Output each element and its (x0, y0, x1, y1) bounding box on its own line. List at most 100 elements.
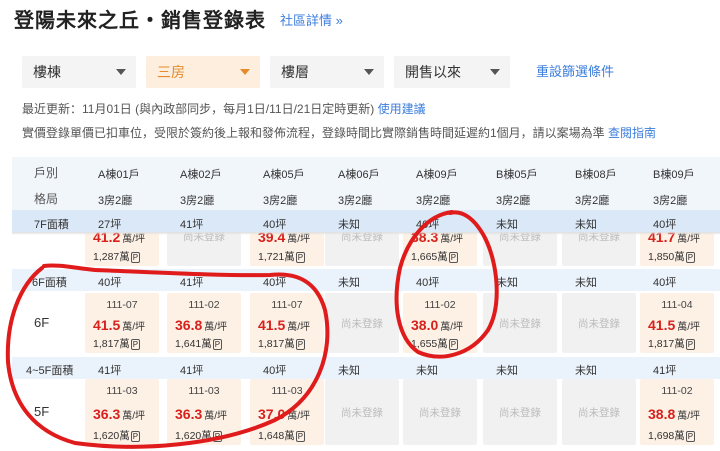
unit-cell[interactable]: 111-03 36.3 萬/坪 1,620萬 P (85, 379, 159, 445)
not-registered-text: 尚未登錄 (341, 318, 383, 330)
parking-badge: P (212, 431, 223, 442)
floor-dropdown-label: 樓層 (281, 64, 309, 80)
unit-cell[interactable]: 111-07 41.5 萬/坪 1,817萬 P (250, 293, 324, 353)
layout-header: 3房2廳 (416, 195, 451, 207)
unit-cell[interactable]: 111-03 37.0 萬/坪 1,648萬 P (250, 379, 324, 445)
price-value: 41.5 (258, 317, 286, 333)
total-value: 1,817萬 (258, 338, 295, 350)
parking-badge: P (448, 339, 459, 350)
price-unit: 萬/坪 (122, 322, 146, 333)
unit-cell: 尚未登錄 (483, 231, 557, 266)
unit-cell[interactable]: 111-03 36.3 萬/坪 1,620萬 P (167, 379, 241, 445)
total-value: 1,721萬 (258, 251, 295, 263)
chevron-down-icon (490, 69, 500, 75)
registration-date: 111-02 (661, 385, 693, 397)
total-price: 1,655萬 P (411, 336, 459, 351)
layout-header: 3房2廳 (575, 195, 610, 207)
layout-dropdown[interactable]: 三房 (146, 56, 260, 88)
unit-cell[interactable]: 111-07 41.5 萬/坪 1,817萬 P (85, 293, 159, 353)
unit-cell[interactable]: 41.2 萬/坪 1,287萬 P (85, 229, 159, 266)
unit-cell[interactable]: 111-02 38.0 萬/坪 1,655萬 P (403, 293, 477, 353)
unit-header: B棟05戶 (496, 169, 538, 181)
page-title: 登陽未來之丘・銷售登錄表 (14, 9, 266, 32)
price-value: 36.3 (175, 406, 203, 422)
unit-cell[interactable]: 111-04 41.5 萬/坪 1,817萬 P (640, 293, 714, 353)
sticky-area-value: 27坪 (98, 219, 122, 231)
area-value: 40坪 (98, 277, 122, 289)
area-value: 未知 (496, 277, 518, 289)
disclaimer-note: 實價登錄單價已扣車位，受限於簽約後上報和發佈流程，登錄時間比實際銷售時間延遲約1… (22, 124, 656, 141)
guide-link[interactable]: 查閱指南 (608, 126, 656, 140)
layout-header: 3房2廳 (180, 195, 215, 207)
total-price: 1,721萬 P (258, 249, 306, 264)
total-value: 1,655萬 (411, 338, 448, 350)
area-value: 41坪 (653, 365, 677, 377)
total-value: 1,850萬 (648, 251, 685, 263)
price-value: 37.0 (258, 406, 286, 422)
parking-badge: P (685, 252, 696, 263)
unit-cell: 尚未登錄 (562, 293, 636, 353)
unit-cell[interactable]: 38.3 萬/坪 1,665萬 P (403, 229, 477, 266)
registration-date: 111-03 (106, 385, 138, 397)
total-price: 1,665萬 P (411, 249, 459, 264)
total-value: 1,620萬 (175, 430, 212, 442)
area-value: 41坪 (180, 277, 204, 289)
floor-label: 6F (34, 315, 50, 330)
not-registered-text: 尚未登錄 (341, 407, 383, 419)
total-value: 1,665萬 (411, 251, 448, 263)
unit-price: 36.8 萬/坪 (175, 317, 227, 335)
sticky-area-value: 40坪 (416, 219, 440, 231)
sale-period-dropdown[interactable]: 開售以來 (394, 56, 510, 88)
total-price: 1,817萬 P (93, 336, 141, 351)
usage-tips-link[interactable]: 使用建議 (378, 102, 426, 116)
total-value: 1,287萬 (93, 251, 130, 263)
sticky-area-label: 7F面積 (34, 219, 69, 231)
unit-header: A棟09戶 (416, 169, 458, 181)
parking-badge: P (448, 252, 459, 263)
reset-filters-link[interactable]: 重設篩選條件 (536, 56, 614, 88)
unit-price: 38.0 萬/坪 (411, 317, 463, 335)
layout-header: 3房2廳 (98, 195, 133, 207)
unit-header: B棟08戶 (575, 169, 617, 181)
floor-dropdown[interactable]: 樓層 (270, 56, 384, 88)
parking-badge: P (295, 431, 306, 442)
unit-cell: 尚未登錄 (562, 231, 636, 266)
not-registered-text: 尚未登錄 (499, 407, 541, 419)
unit-cell[interactable]: 111-02 38.8 萬/坪 1,698萬 P (640, 379, 714, 445)
total-price: 1,698萬 P (648, 428, 696, 443)
registration-date: 111-07 (106, 299, 138, 311)
price-unit: 萬/坪 (122, 411, 146, 422)
price-value: 38.8 (648, 406, 676, 422)
unit-cell[interactable]: 41.7 萬/坪 1,850萬 P (640, 229, 714, 266)
total-value: 1,648萬 (258, 430, 295, 442)
unit-price: 38.8 萬/坪 (648, 406, 700, 424)
community-detail-link[interactable]: 社區詳情 » (280, 10, 343, 29)
unit-cell[interactable]: 39.4 萬/坪 1,721萬 P (250, 229, 324, 266)
building-dropdown[interactable]: 樓棟 (22, 56, 136, 88)
price-value: 36.3 (93, 406, 121, 422)
total-value: 1,641萬 (175, 338, 212, 350)
not-registered-text: 尚未登錄 (578, 318, 620, 330)
area-value: 未知 (575, 365, 597, 377)
area-value: 40坪 (653, 277, 677, 289)
unit-price: 41.5 萬/坪 (648, 317, 700, 335)
price-unit: 萬/坪 (122, 234, 146, 245)
price-unit: 萬/坪 (440, 322, 464, 333)
layout-row-label: 格局 (34, 192, 59, 206)
parking-badge: P (130, 252, 141, 263)
unit-price: 37.0 萬/坪 (258, 406, 310, 424)
unit-header: A棟02戶 (180, 169, 222, 181)
total-price: 1,620萬 P (93, 428, 141, 443)
layout-header: 3房2廳 (338, 195, 373, 207)
total-price: 1,641萬 P (175, 336, 223, 351)
unit-cell[interactable]: 111-02 36.8 萬/坪 1,641萬 P (167, 293, 241, 353)
unit-cell: 尚未登錄 (483, 379, 557, 445)
not-registered-text: 尚未登錄 (499, 318, 541, 330)
unit-price: 36.3 萬/坪 (175, 406, 227, 424)
layout-header: 3房2廳 (496, 195, 531, 207)
price-unit: 萬/坪 (677, 234, 701, 245)
page-header: 登陽未來之丘・銷售登錄表 社區詳情 » (14, 5, 343, 32)
total-price: 1,648萬 P (258, 428, 306, 443)
layout-header: 3房2廳 (263, 195, 298, 207)
unit-cell: 尚未登錄 (483, 293, 557, 353)
